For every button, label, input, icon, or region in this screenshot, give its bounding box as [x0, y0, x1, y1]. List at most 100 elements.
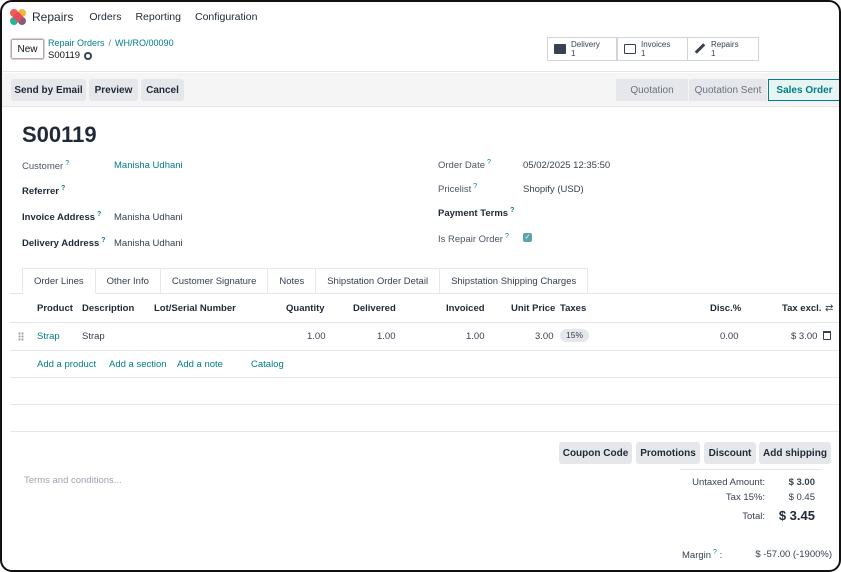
- col-product[interactable]: Product: [37, 303, 73, 314]
- help-icon[interactable]: ?: [505, 233, 509, 240]
- tax-value: $ 0.45: [788, 492, 815, 503]
- record-name: S00119: [48, 50, 81, 61]
- record-name-row: S00119: [48, 50, 93, 61]
- is-repair-order-checkbox[interactable]: ✓: [523, 233, 532, 242]
- tab-shipstation-order-detail[interactable]: Shipstation Order Detail: [315, 268, 441, 294]
- tab-divider: [10, 293, 839, 294]
- delivery-address-field[interactable]: Manisha Udhani: [114, 238, 183, 249]
- app-name[interactable]: Repairs: [32, 10, 73, 24]
- tab-shipstation-shipping-charges[interactable]: Shipstation Shipping Charges: [439, 268, 589, 294]
- app-logo-icon[interactable]: [10, 9, 26, 25]
- line-invoiced[interactable]: 1.00: [466, 331, 485, 342]
- col-unit-price[interactable]: Unit Price: [511, 303, 555, 314]
- total-value: $ 3.45: [778, 508, 815, 523]
- add-shipping-button[interactable]: Add shipping: [759, 442, 831, 464]
- tab-notes[interactable]: Notes: [267, 268, 317, 294]
- form-sheet: S00119 Customer? Manisha Udhani Referrer…: [2, 108, 839, 570]
- trash-icon[interactable]: [823, 331, 831, 340]
- is-repair-order-label: Is Repair Order?: [438, 233, 509, 246]
- line-tax-excl: $ 3.00: [791, 331, 818, 342]
- repairs-smart-button[interactable]: Repairs 1: [687, 37, 759, 61]
- col-discount[interactable]: Disc.%: [710, 303, 741, 314]
- invoice-address-label: Invoice Address?: [22, 211, 102, 224]
- col-quantity[interactable]: Quantity: [286, 303, 325, 314]
- line-unit-price[interactable]: 3.00: [535, 331, 554, 342]
- menu-orders[interactable]: Orders: [89, 11, 121, 23]
- tab-order-lines[interactable]: Order Lines: [22, 268, 96, 294]
- terms-input[interactable]: Terms and conditions...: [24, 475, 122, 486]
- promotions-button[interactable]: Promotions: [636, 442, 700, 464]
- new-button[interactable]: New: [10, 38, 45, 60]
- line-quantity[interactable]: 1.00: [307, 331, 326, 342]
- row-divider: [10, 377, 839, 378]
- invoice-icon: [624, 44, 636, 54]
- row-divider: [10, 322, 839, 323]
- coupon-code-button[interactable]: Coupon Code: [559, 442, 632, 464]
- referrer-label: Referrer?: [22, 185, 66, 198]
- order-date-label: Order Date?: [438, 159, 491, 172]
- col-delivered[interactable]: Delivered: [353, 303, 396, 314]
- payment-terms-label: Payment Terms?: [438, 207, 515, 220]
- status-quotation-sent[interactable]: Quotation Sent: [689, 79, 767, 101]
- pricelist-field[interactable]: Shopify (USD): [523, 184, 584, 195]
- customer-field[interactable]: Manisha Udhani: [114, 160, 183, 171]
- add-note-link[interactable]: Add a note: [177, 359, 223, 370]
- help-icon[interactable]: ?: [510, 207, 514, 214]
- discount-button[interactable]: Discount: [704, 442, 756, 464]
- help-icon[interactable]: ?: [61, 185, 65, 192]
- help-icon[interactable]: ?: [65, 160, 69, 167]
- status-quotation[interactable]: Quotation: [616, 79, 688, 101]
- line-delivered[interactable]: 1.00: [377, 331, 396, 342]
- delivery-smart-label: Delivery 1: [571, 40, 600, 58]
- help-icon[interactable]: ?: [713, 549, 717, 556]
- menu-configuration[interactable]: Configuration: [195, 11, 257, 23]
- preview-button[interactable]: Preview: [89, 79, 138, 101]
- line-product[interactable]: Strap: [37, 331, 60, 342]
- optional-columns-icon[interactable]: ⇄: [825, 303, 833, 314]
- margin-label: Margin? :: [682, 549, 723, 562]
- breadcrumb-current[interactable]: WH/RO/00090: [115, 38, 174, 48]
- add-section-link[interactable]: Add a section: [109, 359, 167, 370]
- gear-icon[interactable]: [84, 51, 93, 60]
- col-invoiced[interactable]: Invoiced: [446, 303, 485, 314]
- help-icon[interactable]: ?: [97, 211, 101, 218]
- invoices-smart-button[interactable]: Invoices 1: [617, 37, 688, 61]
- status-sales-order[interactable]: Sales Order: [768, 79, 839, 101]
- line-description[interactable]: Strap: [82, 331, 105, 342]
- row-divider: [10, 350, 839, 351]
- col-tax-excl[interactable]: Tax excl.: [782, 303, 821, 314]
- order-date-field[interactable]: 05/02/2025 12:35:50: [523, 160, 610, 171]
- line-discount[interactable]: 0.00: [720, 331, 739, 342]
- cancel-button[interactable]: Cancel: [141, 79, 184, 101]
- control-panel: New Repair Orders / WH/RO/00090 S00119 Del…: [2, 32, 839, 72]
- send-by-email-button[interactable]: Send by Email: [11, 79, 86, 101]
- window: Repairs Orders Reporting Configuration N…: [0, 0, 841, 572]
- add-product-link[interactable]: Add a product: [37, 359, 96, 370]
- help-icon[interactable]: ?: [487, 159, 491, 166]
- drag-handle-icon[interactable]: [18, 332, 24, 341]
- col-taxes[interactable]: Taxes: [560, 303, 586, 314]
- invoice-address-field[interactable]: Manisha Udhani: [114, 212, 183, 223]
- menu-reporting[interactable]: Reporting: [135, 11, 181, 23]
- delivery-address-label: Delivery Address?: [22, 237, 106, 250]
- breadcrumb-parent[interactable]: Repair Orders: [48, 38, 105, 48]
- col-description[interactable]: Description: [82, 303, 134, 314]
- delivery-smart-button[interactable]: Delivery 1: [547, 37, 617, 61]
- tax-label: Tax 15%:: [725, 492, 765, 503]
- totals-divider: [680, 469, 821, 470]
- tax-badge[interactable]: 15%: [560, 329, 590, 342]
- wrench-icon: [694, 43, 706, 54]
- breadcrumb-separator: /: [108, 38, 112, 48]
- col-lot-serial[interactable]: Lot/Serial Number: [154, 303, 236, 314]
- help-icon[interactable]: ?: [473, 183, 477, 190]
- page-title: S00119: [22, 122, 97, 147]
- repairs-smart-label: Repairs 1: [711, 40, 739, 58]
- breadcrumb: Repair Orders / WH/RO/00090: [48, 38, 174, 48]
- catalog-link[interactable]: Catalog: [251, 359, 284, 370]
- customer-label: Customer?: [22, 160, 70, 173]
- help-icon[interactable]: ?: [101, 237, 105, 244]
- tab-customer-signature[interactable]: Customer Signature: [159, 268, 269, 294]
- tab-other-info[interactable]: Other Info: [94, 268, 161, 294]
- row-divider: [10, 404, 839, 405]
- total-label: Total:: [742, 511, 765, 522]
